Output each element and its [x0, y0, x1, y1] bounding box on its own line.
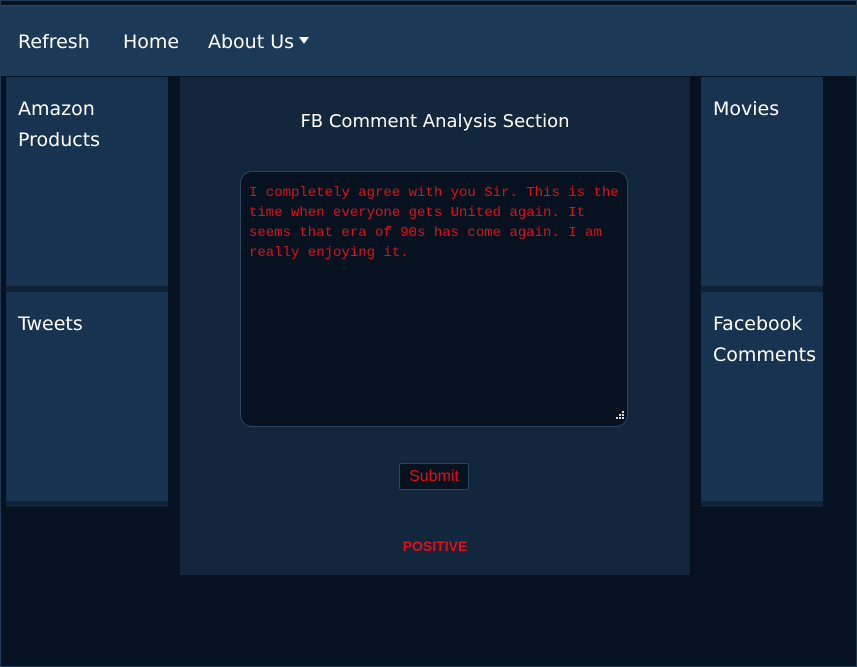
panel-title: FB Comment Analysis Section [300, 111, 570, 132]
comment-analysis-panel: FB Comment Analysis Section I completely… [180, 77, 690, 575]
sidebar-card-amazon-products[interactable]: Amazon Products [6, 77, 168, 292]
nav-about-us-label: About Us [208, 31, 295, 53]
nav-refresh-link[interactable]: Refresh [18, 30, 90, 54]
submit-button[interactable]: Submit [399, 463, 469, 490]
sidebar-card-movies[interactable]: Movies [701, 77, 823, 292]
sentiment-result-label: POSITIVE [402, 538, 468, 554]
nav-about-us-dropdown[interactable]: About Us [208, 30, 310, 54]
comment-textarea[interactable]: I completely agree with you Sir. This is… [240, 171, 628, 427]
sidebar-card-facebook-comments[interactable]: Facebook Comments [701, 292, 823, 507]
top-navbar: Refresh Home About Us [1, 5, 856, 76]
nav-home-link[interactable]: Home [123, 30, 179, 54]
resize-grip-icon[interactable] [616, 411, 625, 420]
sidebar-card-tweets[interactable]: Tweets [6, 292, 168, 507]
caret-down-icon [299, 37, 310, 44]
